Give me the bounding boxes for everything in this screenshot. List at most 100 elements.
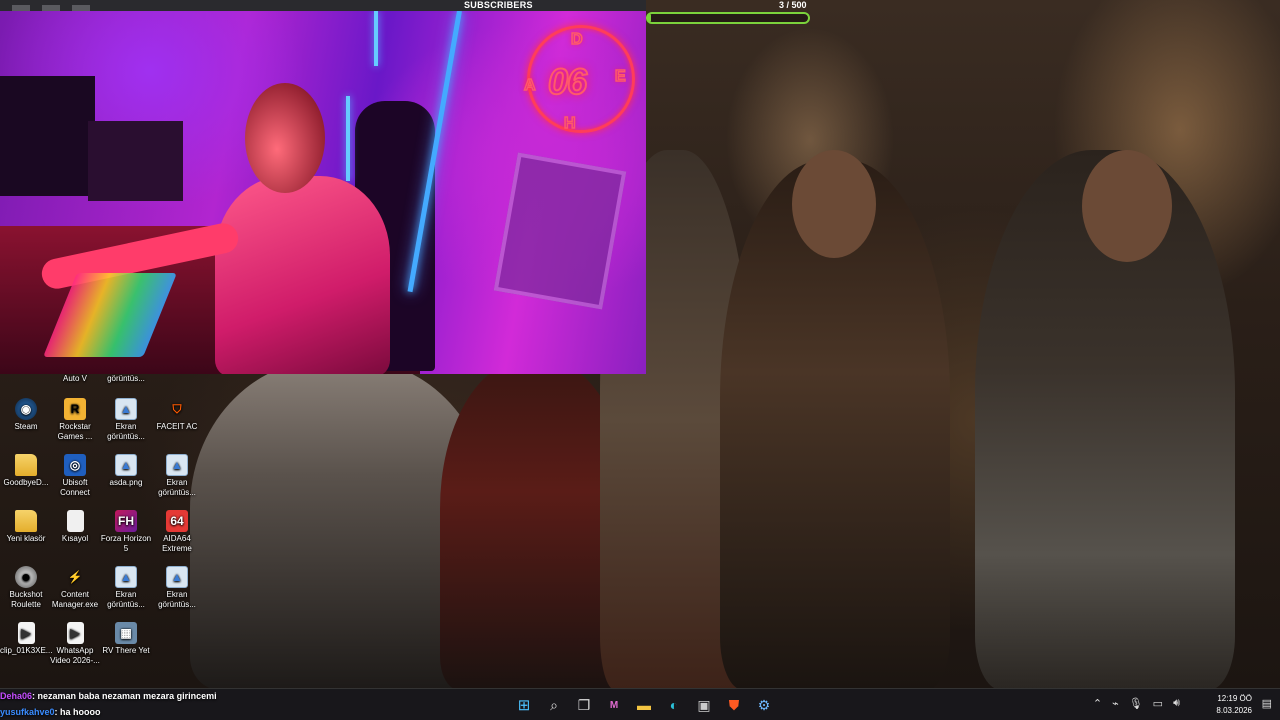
webcam-overlay: 06 D A E H [0, 11, 646, 374]
subscribers-progress-bar [646, 12, 810, 24]
desktop-icon-screenshot[interactable]: ▲ Ekran görüntüs... [100, 398, 152, 442]
desktop-icon-ubisoft-connect[interactable]: ◎ Ubisoft Connect [49, 454, 101, 498]
volume-icon[interactable]: 🔊︎ [1173, 697, 1180, 710]
neon-letter: D [570, 30, 583, 49]
desktop-icon-clip[interactable]: ▶ clip_01K3XE... [0, 622, 52, 656]
desktop-icon-buckshot-roulette[interactable]: ☻ Buckshot Roulette [0, 566, 52, 610]
steam-icon: ◉ [15, 398, 37, 420]
forza-icon: FH [115, 510, 137, 532]
taskbar-apps: ⊞ ⌕ ❐ M ▬ ◐ ▣ ⛊ ⚙ [512, 693, 776, 717]
settings-icon[interactable]: ⚙ [752, 693, 776, 717]
webcam-led-strip [374, 11, 378, 66]
desktop-icon-rockstar[interactable]: R Rockstar Games ... [49, 398, 101, 442]
image-file-icon: ▲ [166, 454, 188, 476]
image-file-icon: ▲ [115, 566, 137, 588]
desktop-icon-faceit[interactable]: ⛉ FACEIT AC [151, 398, 203, 432]
desktop-icon-label: Ekran görüntüs... [158, 478, 196, 497]
desktop-icon-rv-there-yet[interactable]: ▦ RV There Yet [100, 622, 152, 656]
subscribers-progress-fill [648, 14, 652, 22]
desktop-icon-shortcut[interactable]: Kısayol [49, 510, 101, 544]
microphone-icon[interactable]: 🎙︎ [1129, 697, 1143, 710]
file-explorer-icon[interactable]: ▬ [632, 693, 656, 717]
chat-username: yusufkahve0 [0, 707, 55, 717]
ubisoft-icon: ◎ [64, 454, 86, 476]
desktop-icon-label: FACEIT AC [156, 422, 198, 431]
rockstar-icon: R [64, 398, 86, 420]
search-icon[interactable]: ⌕ [542, 693, 566, 717]
faceit-icon: ⛉ [172, 402, 182, 416]
folder-icon [15, 510, 37, 532]
chevron-up-icon[interactable]: ⌃ [1093, 697, 1102, 710]
image-file-icon: ▲ [115, 454, 137, 476]
desktop-icon-steam[interactable]: ◉ Steam [0, 398, 52, 432]
desktop-icon-whatsapp-video[interactable]: ▶ WhatsApp Video 2026-... [49, 622, 101, 666]
desktop-icon-screenshot[interactable]: ▲ Ekran görüntüs... [100, 566, 152, 610]
webcam-monitor [88, 121, 183, 201]
desktop-icon-label: WhatsApp Video 2026-... [50, 646, 100, 665]
desktop-icon-label: görüntüs... [107, 374, 145, 383]
aida64-icon: 64 [166, 510, 188, 532]
m365-icon[interactable]: M [602, 693, 626, 717]
subscribers-label: SUBSCRIBERS [464, 0, 533, 10]
desktop-icon-label: asda.png [109, 478, 143, 487]
desktop-icon-content-manager[interactable]: ⚡ Content Manager.exe [49, 566, 101, 610]
clock-date: 8.03.2026 [1216, 706, 1252, 715]
desktop-icon-label: Content Manager.exe [51, 590, 99, 609]
chat-message: Deha06: nezaman baba nezaman mezara giri… [0, 688, 420, 704]
subscribers-count: 3 / 500 [779, 0, 807, 10]
desktop-icon-label: Rockstar Games ... [57, 422, 93, 441]
desktop-icon-label: Ubisoft Connect [60, 478, 90, 497]
system-tray: ⌃ ⌁ 🎙︎ ▭ 🔊︎ [1093, 697, 1180, 710]
webcam-monitor [0, 76, 95, 196]
network-icon[interactable]: ⌁ [1112, 697, 1119, 710]
desktop-icon-screenshot[interactable]: görüntüs... [100, 374, 152, 384]
stream-chat: Deha06: nezaman baba nezaman mezara giri… [0, 688, 420, 720]
webcam-frame [493, 152, 627, 310]
desktop-icon-screenshot[interactable]: ▲ Ekran görüntüs... [151, 566, 203, 610]
desktop-icon-aida64[interactable]: 64 AIDA64 Extreme [151, 510, 203, 554]
content-manager-icon: ⚡ [67, 570, 83, 584]
wallpaper-head [792, 150, 876, 258]
desktop-icon-label: Auto V [62, 374, 87, 383]
desktop-icon-label: Buckshot Roulette [9, 590, 43, 609]
desktop-icon-asda-png[interactable]: ▲ asda.png [100, 454, 152, 488]
webcam-led-strip [346, 96, 350, 181]
neon-letter: E [614, 67, 626, 86]
desktop-icon-new-folder[interactable]: Yeni klasör [0, 510, 52, 544]
image-file-icon: ▲ [166, 566, 188, 588]
desktop-icon-label: RV There Yet [102, 646, 150, 655]
image-file-icon: ▲ [115, 398, 137, 420]
rv-icon: ▦ [115, 622, 137, 644]
buckshot-icon: ☻ [15, 566, 37, 588]
desktop-icon-forza-horizon-5[interactable]: FH Forza Horizon 5 [100, 510, 152, 554]
clock-time: 12:19 ÖÖ [1217, 694, 1252, 703]
taskbar-clock[interactable]: 12:19 ÖÖ 8.03.2026 [1216, 693, 1252, 717]
edge-icon[interactable]: ◐ [662, 693, 686, 717]
desktop-icon-label: Ekran görüntüs... [158, 590, 196, 609]
notification-icon[interactable]: ▤ [1262, 697, 1272, 710]
desktop-icon-label: Ekran görüntüs... [107, 422, 145, 441]
video-file-icon: ▶ [66, 622, 84, 644]
video-file-icon: ▶ [17, 622, 35, 644]
chat-username: Deha06 [0, 691, 33, 701]
brave-icon[interactable]: ⛊ [722, 693, 746, 717]
neon-letter: A [523, 76, 536, 95]
desktop-icon-label: GoodbyeD... [3, 478, 49, 487]
folder-icon [15, 454, 37, 476]
desktop-icon-label: Yeni klasör [6, 534, 46, 543]
neon-letter: H [563, 114, 576, 133]
chat-text: : ha hoooo [54, 707, 101, 717]
neon-sign-number: 06 [547, 60, 588, 103]
top-icon-strip [0, 0, 646, 13]
desktop-icon-label: clip_01K3XE... [0, 646, 53, 655]
display-icon[interactable]: ▭ [1153, 697, 1163, 710]
desktop-icon-label: Forza Horizon 5 [100, 534, 152, 553]
store-icon[interactable]: ▣ [692, 693, 716, 717]
desktop-icon-auto-v[interactable]: Auto V [49, 374, 101, 384]
start-icon[interactable]: ⊞ [512, 693, 536, 717]
desktop-icon-screenshot[interactable]: ▲ Ekran görüntüs... [151, 454, 203, 498]
desktop-icon-label: AIDA64 Extreme [162, 534, 192, 553]
desktop-icon-goodbyedpi-folder[interactable]: GoodbyeD... [0, 454, 52, 488]
task-view-icon[interactable]: ❐ [572, 693, 596, 717]
wallpaper-head [1082, 150, 1172, 262]
